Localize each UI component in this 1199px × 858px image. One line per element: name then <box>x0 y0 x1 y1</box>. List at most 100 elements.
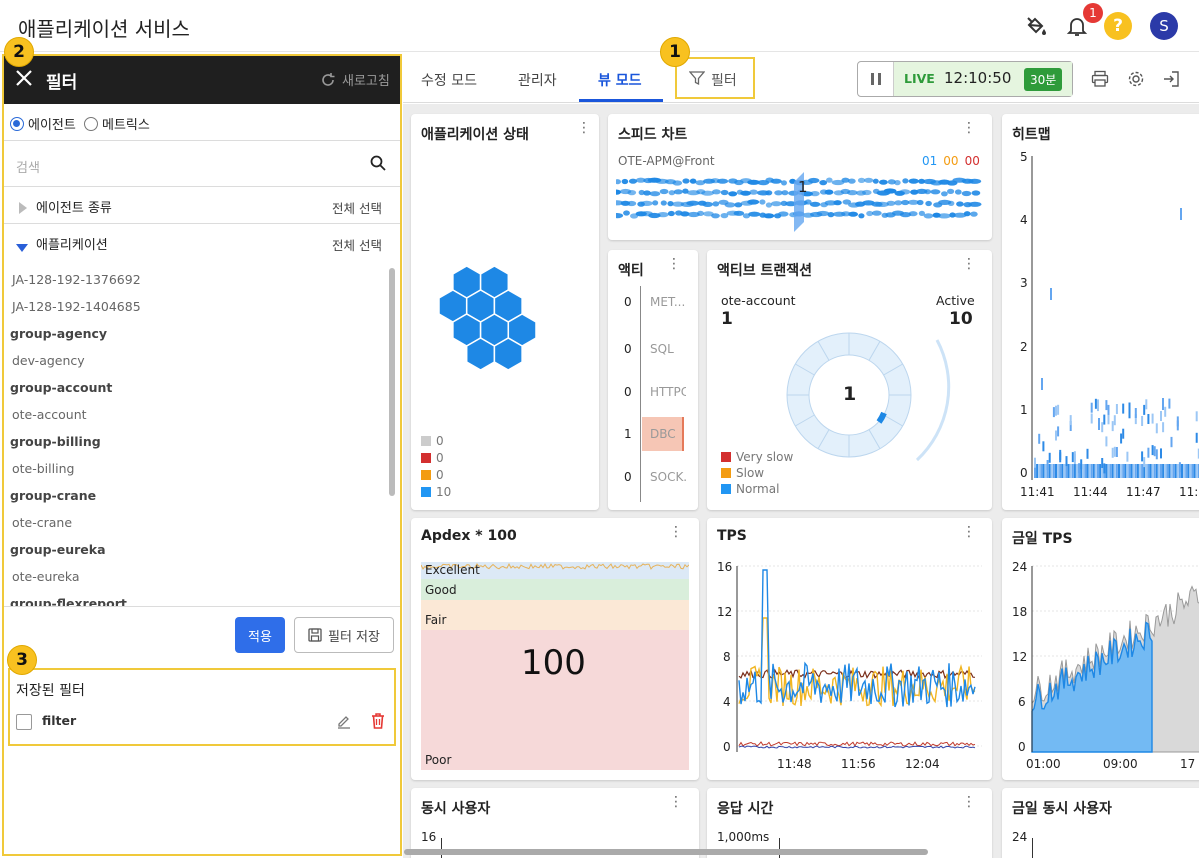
list-item-group[interactable]: group-billing <box>10 434 101 449</box>
heatmap-cell <box>1178 462 1181 473</box>
tab-view-mode[interactable]: 뷰 모드 <box>598 70 642 90</box>
speed-dot <box>862 189 872 196</box>
application-select-all[interactable]: 전체 선택 <box>332 235 382 254</box>
band-label-good: Good <box>425 583 457 597</box>
heatmap-cell <box>1124 464 1127 478</box>
more-icon[interactable]: ⋮ <box>669 525 683 547</box>
list-item[interactable]: ote-billing <box>12 461 74 476</box>
heatmap-cell <box>1145 464 1148 478</box>
more-icon[interactable]: ⋮ <box>962 525 976 547</box>
print-icon[interactable] <box>1091 70 1109 92</box>
time-range-button[interactable]: 30분 <box>1024 68 1063 91</box>
heatmap-cell <box>1057 464 1060 478</box>
saved-filters-section: 저장된 필터 filter <box>8 668 396 746</box>
saved-filter-checkbox[interactable] <box>16 714 32 730</box>
legend-item: Normal <box>721 482 793 496</box>
save-filter-button[interactable]: 필터 저장 <box>294 617 394 653</box>
heatmap-cell <box>1147 464 1150 478</box>
list-item-group[interactable]: group-eureka <box>10 542 106 557</box>
more-icon[interactable]: ⋮ <box>667 257 681 279</box>
saved-filter-name[interactable]: filter <box>42 713 76 728</box>
application-label[interactable]: 애플리케이션 <box>36 234 108 253</box>
gear-icon[interactable] <box>1127 70 1145 92</box>
agent-type-select-all[interactable]: 전체 선택 <box>332 198 382 217</box>
filter-title: 필터 <box>46 73 78 93</box>
more-icon[interactable]: ⋮ <box>962 257 976 279</box>
speed-dot <box>916 199 924 206</box>
caret-down-icon[interactable] <box>16 238 28 257</box>
x-tick: 11:48 <box>777 757 812 771</box>
speed-dot <box>652 200 659 206</box>
y-tick: 3 <box>1020 276 1028 290</box>
list-item[interactable]: dev-agency <box>12 353 85 368</box>
active-widget: 액티 ⋮ 0 MET... 0 SQL 0 HTTPC 1 DBC 0 SOCK… <box>608 250 698 510</box>
list-item[interactable]: JA-128-192-1404685 <box>12 299 141 314</box>
list-item[interactable]: ote-account <box>12 407 87 422</box>
speed-dot <box>728 191 738 197</box>
search-input[interactable]: 검색 <box>16 157 40 176</box>
apply-button[interactable]: 적용 <box>235 617 285 653</box>
apdex-widget: Apdex * 100 ⋮ Excellent Good Fair Poor 1… <box>411 518 699 780</box>
help-icon[interactable]: ? <box>1104 12 1132 40</box>
list-item[interactable]: ote-eureka <box>12 569 80 584</box>
live-label: LIVE <box>904 71 935 86</box>
edit-icon[interactable] <box>336 714 352 730</box>
speed-dot <box>816 210 830 217</box>
avatar[interactable]: S <box>1150 12 1178 40</box>
caret-right-icon[interactable] <box>18 199 28 218</box>
heatmap-cell <box>1090 402 1093 413</box>
speed-dot <box>968 178 982 184</box>
list-item-group[interactable]: group-crane <box>10 488 96 503</box>
tps-plot <box>736 565 982 752</box>
heatmap-cell <box>1078 463 1081 474</box>
heatmap-cell <box>1162 464 1165 478</box>
tab-edit-mode[interactable]: 수정 모드 <box>421 70 477 90</box>
radio-metrics-input[interactable] <box>84 116 98 131</box>
heatmap-cell <box>1143 457 1146 468</box>
more-icon[interactable]: ⋮ <box>962 121 976 143</box>
pause-button[interactable] <box>858 62 894 96</box>
heatmap-cell <box>1134 464 1137 478</box>
band-label-poor: Poor <box>425 753 452 767</box>
heatmap-cell <box>1059 449 1062 460</box>
paint-bucket-icon[interactable] <box>1022 12 1050 40</box>
filter-tab[interactable]: 필터 <box>675 57 755 99</box>
speed-dot <box>941 191 948 197</box>
heatmap-cell <box>1128 408 1131 419</box>
more-icon[interactable]: ⋮ <box>962 795 976 817</box>
legend-value: 0 <box>436 468 444 482</box>
list-item-group[interactable]: group-flexreport <box>10 596 127 606</box>
close-icon[interactable] <box>14 68 36 90</box>
apdex-band-fair <box>421 600 689 630</box>
tab-admin[interactable]: 관리자 <box>518 70 557 90</box>
search-icon[interactable] <box>369 154 387 172</box>
widget-title: 금일 TPS <box>1012 531 1073 547</box>
trash-icon[interactable] <box>370 712 386 730</box>
exit-icon[interactable] <box>1162 70 1180 92</box>
heatmap-cell <box>1092 464 1095 478</box>
list-item[interactable]: JA-128-192-1376692 <box>12 272 141 287</box>
radio-agent-input[interactable] <box>10 116 24 131</box>
x-tick: 01:00 <box>1026 757 1061 771</box>
horizontal-scrollbar[interactable] <box>404 849 928 855</box>
response-time-widget: 응답 시간 ⋮ 1,000ms <box>707 788 992 858</box>
heatmap-cell <box>1084 464 1087 478</box>
heatmap-cell <box>1155 449 1158 460</box>
list-item-group[interactable]: group-agency <box>10 326 107 341</box>
speed-dot <box>894 200 903 206</box>
list-scrollbar[interactable] <box>389 268 395 496</box>
speed-dot <box>809 201 821 207</box>
y-tick: 0 <box>1018 740 1026 754</box>
agent-type-label[interactable]: 에이전트 종류 <box>36 197 112 216</box>
list-item-group[interactable]: group-account <box>10 380 112 395</box>
heatmap-cell <box>1044 464 1047 478</box>
radio-metrics[interactable]: 메트릭스 <box>84 114 150 133</box>
radio-agent[interactable]: 에이전트 <box>10 114 76 133</box>
heatmap-cell <box>1067 464 1070 478</box>
heatmap-cell <box>1170 436 1173 447</box>
refresh-button[interactable]: 새로고침 <box>320 70 390 89</box>
more-icon[interactable]: ⋮ <box>669 795 683 817</box>
list-item[interactable]: ote-crane <box>12 515 72 530</box>
more-icon[interactable]: ⋮ <box>577 121 591 143</box>
speed-dot <box>702 201 713 207</box>
